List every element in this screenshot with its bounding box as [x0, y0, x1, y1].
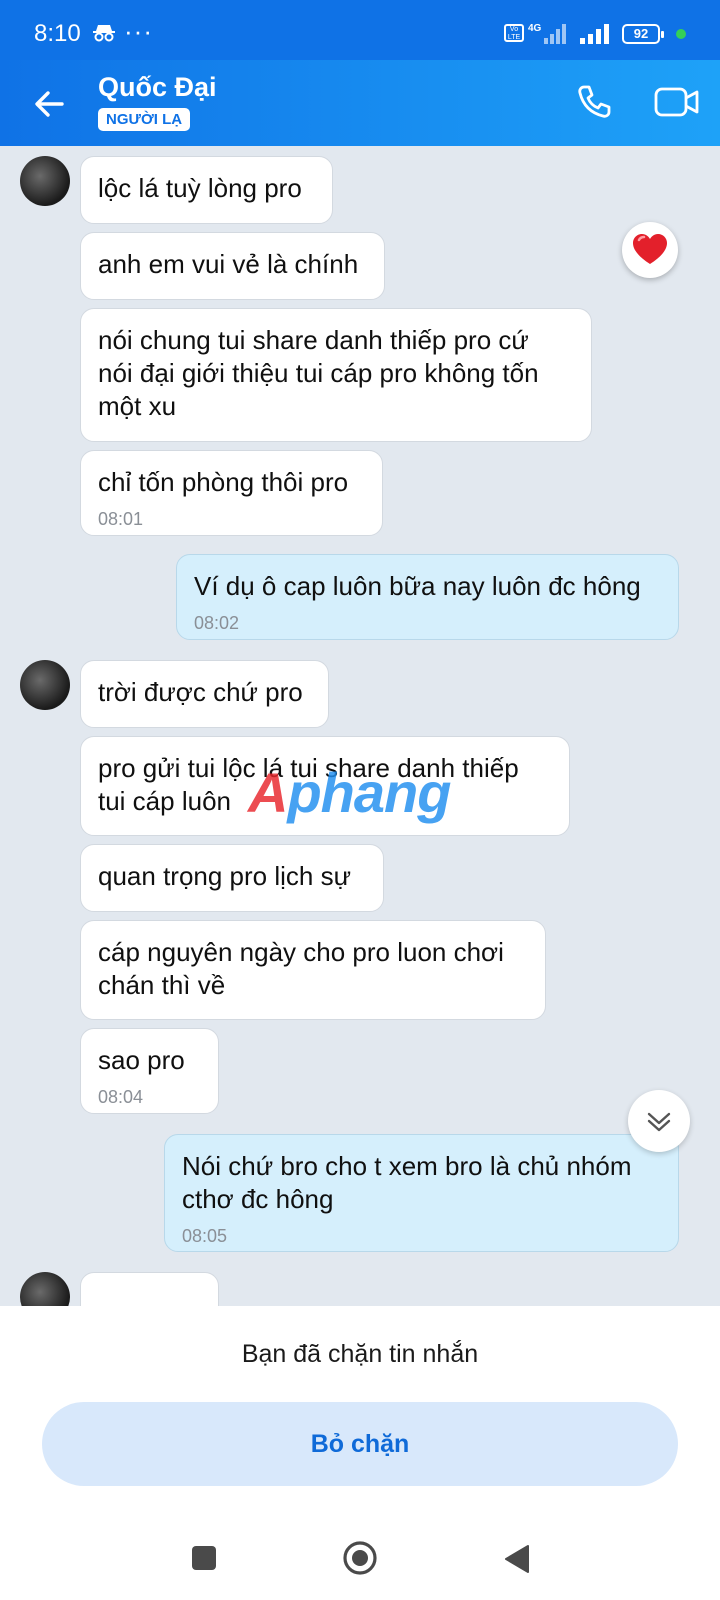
system-nav-bar [0, 1506, 720, 1600]
blocked-panel: Bạn đã chặn tin nhắn Bỏ chặn [0, 1306, 720, 1506]
watermark-a: A [248, 761, 288, 824]
home-circle-icon[interactable] [342, 1540, 378, 1576]
message-text: quan trọng pro lịch sự [98, 861, 351, 891]
back-arrow-icon[interactable] [28, 82, 72, 126]
watermark-logo: Aphang [248, 760, 451, 825]
volte-icon: Vo LTE [504, 24, 524, 42]
message-bubble[interactable] [80, 1272, 219, 1306]
message-bubble[interactable]: chỉ tốn phòng thôi pro 08:01 [80, 450, 383, 536]
double-chevron-down-icon [647, 1112, 671, 1132]
signal-icon: 4G [528, 23, 566, 44]
message-text: nói chung tui share danh thiếp pro cứ nó… [98, 325, 539, 421]
message-bubble-outgoing[interactable]: Ví dụ ô cap luôn bữa nay luôn đc hông 08… [176, 554, 679, 640]
message-time: 08:01 [98, 509, 144, 529]
svg-text:4G: 4G [528, 23, 542, 34]
message-bubble[interactable]: anh em vui vẻ là chính [80, 232, 385, 300]
recents-square-icon[interactable] [192, 1546, 216, 1570]
message-bubble[interactable]: trời được chứ pro [80, 660, 329, 728]
stranger-badge: NGƯỜI LẠ [98, 108, 191, 131]
reaction-button[interactable] [622, 222, 678, 278]
privacy-indicator-dot [676, 29, 686, 39]
incognito-icon [93, 25, 115, 42]
message-text: sao pro [98, 1045, 185, 1075]
back-triangle-icon[interactable] [504, 1544, 530, 1574]
scroll-to-bottom-button[interactable] [628, 1090, 690, 1152]
unblock-button[interactable]: Bỏ chặn [42, 1402, 678, 1486]
message-bubble[interactable]: sao pro 08:04 [80, 1028, 219, 1114]
battery-icon: 92 [622, 24, 664, 44]
message-time: 08:02 [194, 613, 240, 633]
avatar[interactable] [20, 1272, 70, 1306]
message-text: Nói chứ bro cho t xem bro là chủ nhóm ct… [182, 1151, 632, 1214]
message-text: trời được chứ pro [98, 677, 303, 707]
heart-icon [633, 234, 667, 264]
message-bubble-outgoing[interactable]: Nói chứ bro cho t xem bro là chủ nhóm ct… [164, 1134, 679, 1252]
contact-name[interactable]: Quốc Đại [98, 72, 217, 103]
avatar[interactable] [20, 660, 70, 710]
signal-icon-2 [580, 24, 609, 44]
message-text: Ví dụ ô cap luôn bữa nay luôn đc hông [194, 571, 641, 601]
message-text: anh em vui vẻ là chính [98, 249, 359, 279]
avatar[interactable] [20, 156, 70, 206]
message-text: chỉ tốn phòng thôi pro [98, 467, 349, 497]
blocked-notice: Bạn đã chặn tin nhắn [241, 1340, 479, 1368]
more-dots-icon: ··· [124, 16, 153, 46]
video-call-icon[interactable] [654, 84, 700, 120]
phone-icon[interactable] [574, 82, 614, 122]
message-bubble[interactable]: quan trọng pro lịch sự [80, 844, 384, 912]
chat-header: Quốc Đại NGƯỜI LẠ [0, 60, 720, 146]
message-bubble[interactable]: cáp nguyên ngày cho pro luon chơi chán t… [80, 920, 546, 1020]
message-bubble[interactable]: nói chung tui share danh thiếp pro cứ nó… [80, 308, 592, 442]
status-bar: 8:10 ··· Vo LTE 4G 92 [0, 0, 720, 60]
message-text: cáp nguyên ngày cho pro luon chơi chán t… [98, 937, 504, 1000]
watermark-rest: phang [287, 761, 451, 824]
message-bubble[interactable]: lộc lá tuỳ lòng pro [80, 156, 333, 224]
status-time: 8:10 [34, 20, 81, 47]
message-text: lộc lá tuỳ lòng pro [98, 173, 302, 203]
message-time: 08:04 [98, 1087, 144, 1107]
message-time: 08:05 [182, 1226, 228, 1246]
message-list[interactable]: lộc lá tuỳ lòng pro anh em vui vẻ là chí… [0, 146, 720, 1306]
